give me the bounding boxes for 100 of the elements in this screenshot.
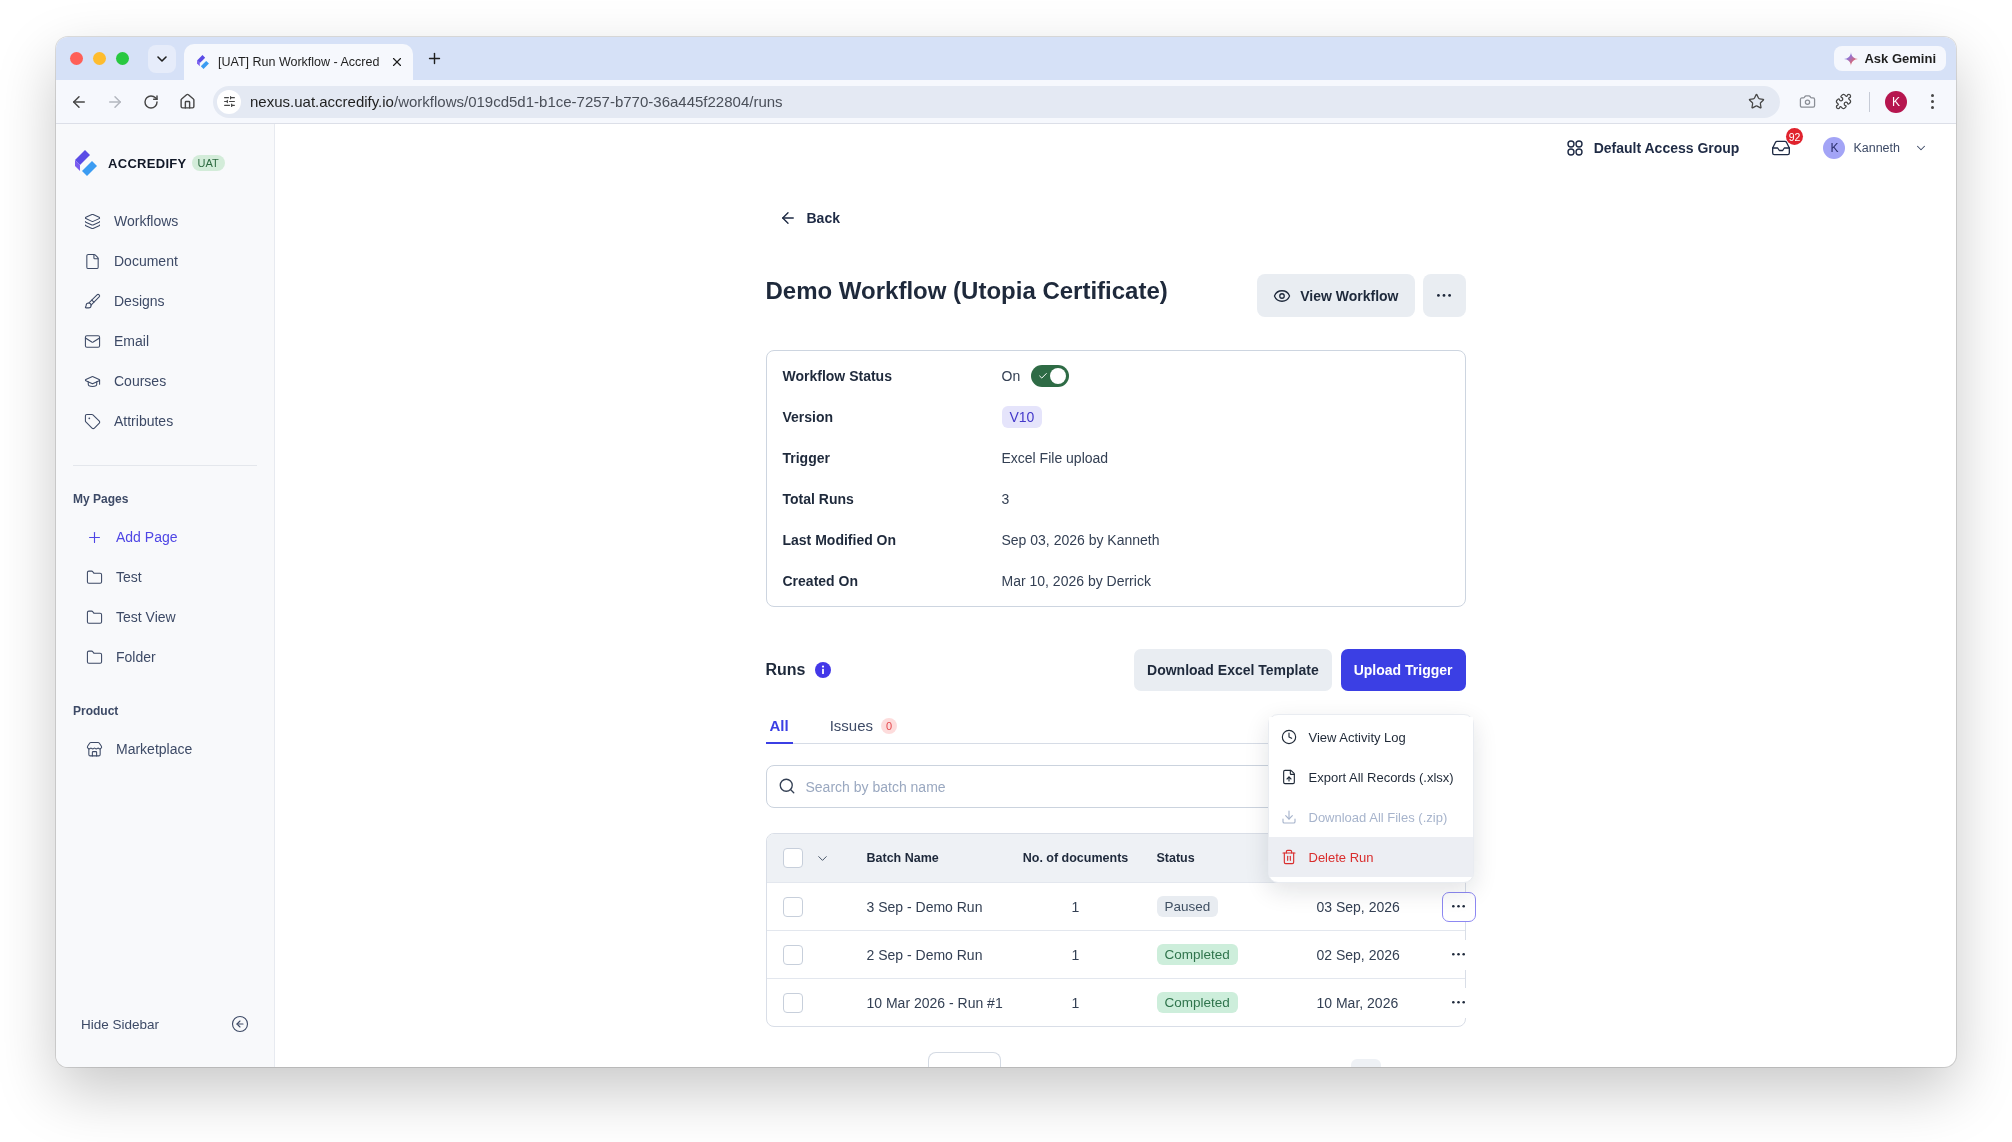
detail-label: Trigger <box>782 449 831 466</box>
maximize-window-button[interactable] <box>116 52 129 65</box>
sidebar-item[interactable]: Attributes <box>64 401 266 441</box>
table-cell-text: 3 Sep - Demo Run <box>866 898 984 915</box>
sidebar-item[interactable]: Marketplace <box>64 729 266 769</box>
sparkle-icon <box>1844 51 1859 66</box>
section-heading: My Pages <box>73 492 130 506</box>
view-workflow-button[interactable]: View Workflow <box>1257 274 1415 317</box>
sliders-icon <box>222 95 236 108</box>
filter-tab[interactable]: Issues 0 <box>825 709 902 744</box>
section-title: Runs <box>765 661 806 679</box>
brush-icon <box>84 292 101 310</box>
folder-icon <box>86 648 103 666</box>
clock-icon <box>1280 729 1297 745</box>
detail-label: Workflow Status <box>782 367 893 384</box>
table-cell-text: 02 Sep, 2026 <box>1316 946 1401 963</box>
tab-search-button[interactable] <box>148 44 176 73</box>
store-icon <box>86 740 103 758</box>
folder-icon <box>86 608 103 626</box>
sidebar-item[interactable]: Workflows <box>64 201 266 241</box>
detail-value: On <box>1001 367 1021 384</box>
hide-sidebar-button[interactable]: Hide Sidebar <box>56 1004 274 1044</box>
detail-value: Mar 10, 2026 by Derrick <box>1001 572 1152 589</box>
brand-name: ACCREDIFY <box>108 155 187 171</box>
select-all-checkbox[interactable] <box>782 848 803 868</box>
sidebar-item[interactable]: Email <box>64 321 266 361</box>
address-bar[interactable]: nexus.uat.accredify.io/workflows/019cd5d1-b1ce-7257-b770-36a445f22804/runs <box>213 85 1780 118</box>
count-badge: 0 <box>881 717 898 734</box>
file-upload-icon <box>1280 769 1297 785</box>
back-link[interactable]: Back <box>765 206 840 230</box>
tag-icon <box>84 412 101 430</box>
section-heading: Product <box>73 704 120 718</box>
status-badge: Paused <box>1156 896 1219 917</box>
notification-badge: 92 <box>1785 128 1804 145</box>
camera-icon <box>1798 93 1816 110</box>
logo-icon <box>73 150 99 176</box>
table-cell-text: 1 <box>1070 994 1081 1011</box>
user-menu-button[interactable]: K Kanneth <box>1823 137 1928 159</box>
page-title: Demo Workflow (Utopia Certificate) <box>765 276 1168 306</box>
detail-value: Sep 03, 2026 by Kanneth <box>1001 531 1161 548</box>
star-icon <box>1747 93 1765 110</box>
detail-label: Version <box>782 408 835 425</box>
ellipsis-icon <box>1437 294 1451 297</box>
environment-badge: UAT <box>191 155 225 171</box>
sidebar-item[interactable]: Designs <box>64 281 266 321</box>
folder-icon <box>86 568 103 586</box>
table-cell-text: 1 <box>1070 946 1081 963</box>
row-checkbox[interactable] <box>782 896 803 917</box>
download-icon <box>1280 809 1297 825</box>
logo-icon <box>196 55 210 69</box>
trash-icon <box>1280 849 1297 865</box>
detail-label: Total Runs <box>782 490 855 507</box>
collapse-icon <box>231 1015 249 1033</box>
sidebar-item[interactable]: Document <box>64 241 266 281</box>
table-cell-text: 10 Mar, 2026 <box>1316 994 1400 1011</box>
check-icon <box>1038 370 1049 381</box>
row-actions-button[interactable] <box>1441 891 1476 922</box>
sidebar-item[interactable]: Add Page <box>64 517 266 557</box>
user-avatar: K <box>1823 137 1846 159</box>
info-icon <box>814 662 831 678</box>
menu-item[interactable]: Delete Run <box>1268 837 1473 877</box>
access-group-button[interactable]: Default Access Group <box>1566 140 1740 156</box>
puzzle-icon <box>1834 93 1852 110</box>
sidebar-item[interactable]: Test <box>64 557 266 597</box>
table-cell-text: 2 Sep - Demo Run <box>866 946 984 963</box>
reload-icon <box>143 93 159 110</box>
table-cell-text: 10 Mar 2026 - Run #1 <box>866 994 1004 1011</box>
column-header: No. of documents <box>1021 851 1130 865</box>
row-checkbox[interactable] <box>782 992 803 1013</box>
profile-button[interactable]: K <box>1885 90 1907 113</box>
status-badge: Completed <box>1156 992 1238 1013</box>
sidebar-item[interactable]: Test View <box>64 597 266 637</box>
site-info-button[interactable] <box>217 89 241 114</box>
detail-label: Created On <box>782 572 859 589</box>
toggle-switch[interactable] <box>1031 364 1070 387</box>
download-button[interactable]: Download Excel Template <box>1134 649 1332 691</box>
sidebar-item[interactable]: Courses <box>64 361 266 401</box>
row-checkbox[interactable] <box>782 944 803 965</box>
menu-item[interactable]: View Activity Log <box>1268 717 1473 757</box>
browser-tab[interactable]: [UAT] Run Workflow - Accred <box>184 44 413 80</box>
detail-value: Excel File upload <box>1001 449 1110 466</box>
column-header: Status <box>1156 851 1195 865</box>
menu-item[interactable]: Export All Records (.xlsx) <box>1268 757 1473 797</box>
close-icon[interactable] <box>390 55 404 69</box>
url-text: nexus.uat.accredify.io/workflows/019cd5d1-b1ce-7257-b770-36a445f22804/runs <box>250 93 783 110</box>
close-window-button[interactable] <box>70 52 83 65</box>
filter-tab[interactable]: All <box>765 709 793 744</box>
ask-gemini-button[interactable]: Ask Gemini <box>1834 46 1946 71</box>
ellipsis-icon <box>1452 905 1465 908</box>
detail-label: Last Modified On <box>782 531 898 548</box>
status-badge: Completed <box>1156 944 1238 965</box>
sidebar-item[interactable]: Folder <box>64 637 266 677</box>
table-cell-text: 03 Sep, 2026 <box>1316 898 1401 915</box>
envelope-icon <box>84 332 101 350</box>
detail-value: 3 <box>1001 490 1011 507</box>
version-tag: V10 <box>1001 405 1043 428</box>
search-icon <box>777 777 796 795</box>
upload-button[interactable]: Upload Trigger <box>1340 649 1466 691</box>
column-header: Batch Name <box>866 851 940 865</box>
ellipsis-icon <box>1452 953 1465 956</box>
